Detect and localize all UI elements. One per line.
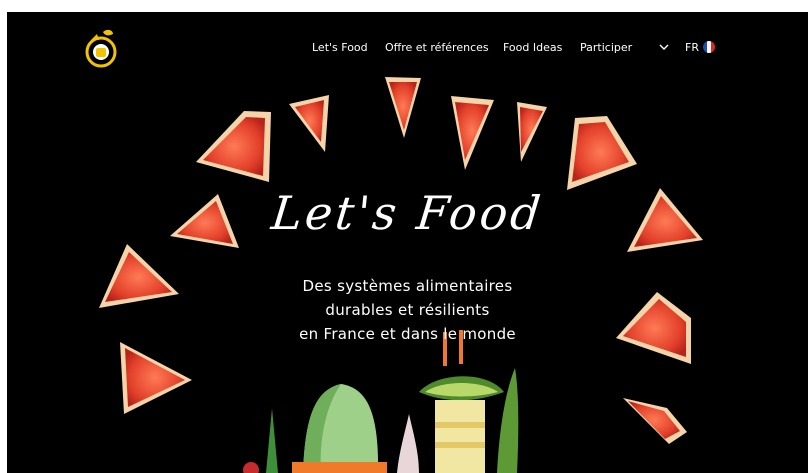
nav-item-offre-references[interactable]: Offre et références <box>385 41 489 54</box>
site-header: Let's Food Offre et références Food Idea… <box>7 12 808 82</box>
hero-subtitle: Des systèmes alimentaires durables et ré… <box>7 274 808 346</box>
grapefruit-slice <box>120 342 192 414</box>
grapefruit-slice <box>451 96 494 170</box>
hero-title: Let's Food <box>268 186 547 240</box>
chevron-down-icon[interactable] <box>659 43 669 51</box>
nav-item-food-ideas[interactable]: Food Ideas <box>503 41 562 54</box>
grapefruit-slice <box>196 111 271 182</box>
grapefruit-slice <box>517 102 547 162</box>
flag-france-icon[interactable] <box>703 41 715 53</box>
hero-subtitle-line: en France et dans le monde <box>299 325 516 343</box>
main-nav: Let's Food Offre et références Food Idea… <box>7 38 808 58</box>
grapefruit-slice <box>567 116 637 190</box>
grapefruit-slice <box>623 398 687 444</box>
language-selector[interactable]: FR <box>685 41 699 54</box>
hero-page: Let's Food Offre et références Food Idea… <box>7 12 808 473</box>
hero-subtitle-line: durables et résilients <box>325 301 490 319</box>
hero-subtitle-line: Des systèmes alimentaires <box>302 277 513 295</box>
vegetable-illustration <box>243 330 519 473</box>
nav-item-participer[interactable]: Participer <box>580 41 632 54</box>
grapefruit-slice <box>289 95 329 152</box>
nav-item-lets-food[interactable]: Let's Food <box>312 41 368 54</box>
grapefruit-slice <box>385 77 421 138</box>
